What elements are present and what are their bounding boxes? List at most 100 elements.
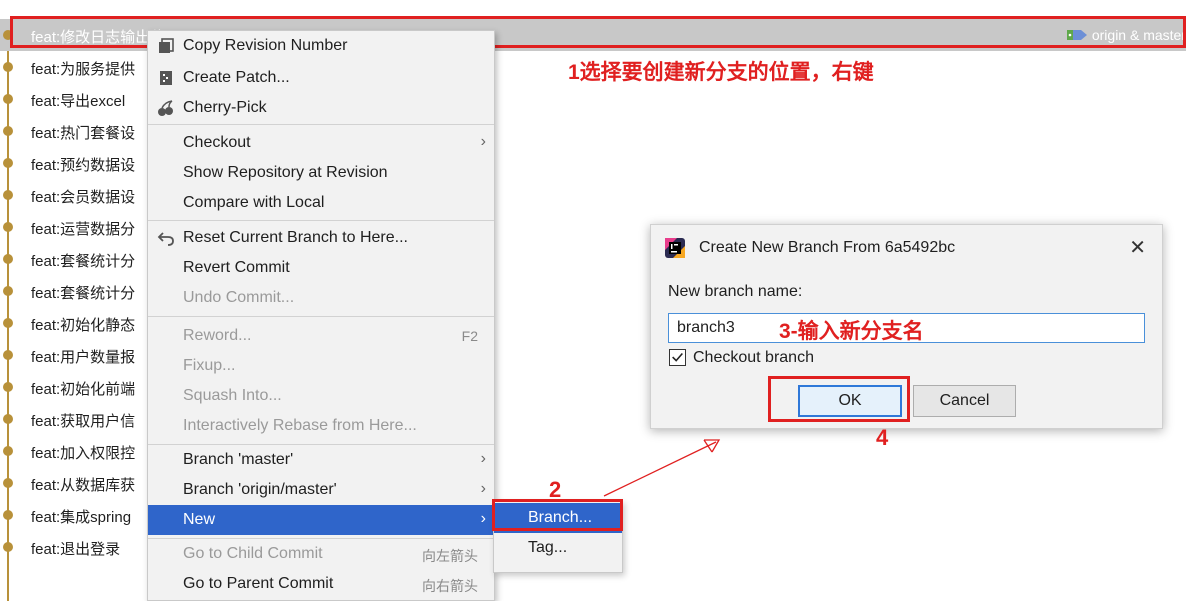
- checkout-branch-checkbox[interactable]: [669, 349, 686, 366]
- menu-item-reword[interactable]: Reword... F2: [148, 321, 494, 351]
- commit-dot: [3, 126, 13, 136]
- commit-message: feat:用户数量报: [31, 349, 136, 366]
- menu-label: New: [183, 511, 216, 528]
- menu-label: Reset Current Branch to Here...: [183, 229, 408, 246]
- menu-separator: [148, 220, 494, 221]
- commit-message: feat:套餐统计分: [31, 253, 136, 270]
- annotation-box-branch-item: [492, 499, 623, 531]
- menu-label: Revert Commit: [183, 259, 290, 276]
- commit-dot: [3, 318, 13, 328]
- menu-label: Create Patch...: [183, 69, 290, 86]
- annotation-step3: 3-输入新分支名: [779, 320, 924, 343]
- dialog-title: Create New Branch From 6a5492bc: [699, 239, 956, 256]
- annotation-step1: 1选择要创建新分支的位置，右键: [568, 61, 874, 84]
- menu-label: Interactively Rebase from Here...: [183, 417, 417, 434]
- close-icon[interactable]: ✕: [1129, 235, 1146, 260]
- menu-shortcut: 向右箭头: [422, 578, 478, 594]
- menu-label: Show Repository at Revision: [183, 164, 388, 181]
- menu-item-cherry-pick[interactable]: Cherry-Pick: [148, 93, 494, 123]
- menu-item-squash[interactable]: Squash Into...: [148, 381, 494, 411]
- menu-label: Go to Parent Commit: [183, 575, 334, 592]
- menu-label: Cherry-Pick: [183, 99, 267, 116]
- menu-separator: [148, 124, 494, 125]
- commit-dot: [3, 542, 13, 552]
- menu-label: Fixup...: [183, 357, 236, 374]
- submenu-item-tag[interactable]: Tag...: [494, 533, 622, 563]
- menu-item-create-patch[interactable]: Create Patch...: [148, 63, 494, 93]
- commit-dot: [3, 478, 13, 488]
- annotation-step2: 2: [549, 477, 562, 502]
- menu-item-branch-master[interactable]: Branch 'master' ›: [148, 445, 494, 475]
- copy-icon: [159, 38, 174, 53]
- commit-dot: [3, 254, 13, 264]
- menu-item-compare-local[interactable]: Compare with Local: [148, 188, 494, 218]
- commit-message: feat:加入权限控: [31, 445, 136, 462]
- menu-item-reset-branch[interactable]: Reset Current Branch to Here...: [148, 223, 494, 253]
- submenu-label: Tag...: [528, 539, 568, 556]
- menu-label: Checkout: [183, 134, 251, 151]
- chevron-right-icon: ›: [480, 480, 486, 497]
- annotation-box-ok: [768, 376, 910, 422]
- commit-message: feat:运营数据分: [31, 221, 136, 238]
- commit-dot: [3, 446, 13, 456]
- commit-message: feat:退出登录: [31, 541, 121, 558]
- chevron-right-icon: ›: [480, 133, 486, 150]
- menu-item-go-child[interactable]: Go to Child Commit 向左箭头: [148, 539, 494, 569]
- commit-message: feat:会员数据设: [31, 189, 136, 206]
- commit-message: feat:预约数据设: [31, 157, 136, 174]
- cancel-button[interactable]: Cancel: [913, 385, 1016, 417]
- menu-label: Go to Child Commit: [183, 545, 323, 562]
- commit-message: feat:初始化静态: [31, 317, 136, 334]
- commit-dot: [3, 350, 13, 360]
- commit-message: feat:初始化前端: [31, 381, 136, 398]
- commit-dot: [3, 222, 13, 232]
- menu-label: Reword...: [183, 327, 252, 344]
- menu-item-undo-commit[interactable]: Undo Commit...: [148, 283, 494, 313]
- commit-dot: [3, 158, 13, 168]
- menu-item-show-repository[interactable]: Show Repository at Revision: [148, 158, 494, 188]
- commit-dot: [3, 382, 13, 392]
- menu-item-new[interactable]: New ›: [148, 505, 494, 535]
- commit-message: feat:从数据库获: [31, 477, 136, 494]
- menu-label: Branch 'master': [183, 451, 294, 468]
- commit-dot: [3, 510, 13, 520]
- undo-arrow-icon: [157, 232, 174, 246]
- commit-dot: [3, 414, 13, 424]
- patch-icon: [160, 71, 172, 85]
- menu-label: Branch 'origin/master': [183, 481, 337, 498]
- commit-message: feat:为服务提供: [31, 61, 136, 78]
- commit-dot: [3, 94, 13, 104]
- menu-item-branch-origin-master[interactable]: Branch 'origin/master' ›: [148, 475, 494, 505]
- menu-item-go-parent[interactable]: Go to Parent Commit 向右箭头: [148, 569, 494, 599]
- menu-label: Copy Revision Number: [183, 37, 348, 54]
- commit-message: feat:集成spring: [31, 509, 132, 526]
- menu-item-copy-revision[interactable]: Copy Revision Number: [148, 31, 494, 61]
- intellij-logo-icon: [665, 238, 685, 258]
- commit-message: feat:套餐统计分: [31, 285, 136, 302]
- menu-shortcut: F2: [461, 328, 478, 344]
- checkout-branch-label: Checkout branch: [693, 349, 814, 366]
- menu-label: Undo Commit...: [183, 289, 295, 306]
- branch-name-label: New branch name:: [668, 283, 803, 300]
- menu-item-revert-commit[interactable]: Revert Commit: [148, 253, 494, 283]
- annotation-step4: 4: [876, 425, 889, 450]
- menu-shortcut: 向左箭头: [422, 548, 478, 564]
- chevron-right-icon: ›: [480, 450, 486, 467]
- commit-dot: [3, 286, 13, 296]
- commit-message: feat:热门套餐设: [31, 125, 136, 142]
- menu-item-checkout[interactable]: Checkout ›: [148, 128, 494, 158]
- commit-dot: [3, 190, 13, 200]
- context-menu: Copy Revision Number Create Patch... Che…: [147, 30, 495, 601]
- commit-message: feat:导出excel: [31, 93, 126, 110]
- menu-item-fixup[interactable]: Fixup...: [148, 351, 494, 381]
- menu-separator: [148, 316, 494, 317]
- menu-item-interactive-rebase[interactable]: Interactively Rebase from Here...: [148, 411, 494, 441]
- menu-label: Compare with Local: [183, 194, 325, 211]
- annotation-arrow: [603, 439, 721, 497]
- chevron-right-icon: ›: [480, 510, 486, 527]
- commit-message: feat:获取用户信: [31, 413, 136, 430]
- commit-dot: [3, 62, 13, 72]
- menu-label: Squash Into...: [183, 387, 282, 404]
- cherry-icon: [158, 100, 173, 116]
- checkmark-icon: [672, 353, 683, 362]
